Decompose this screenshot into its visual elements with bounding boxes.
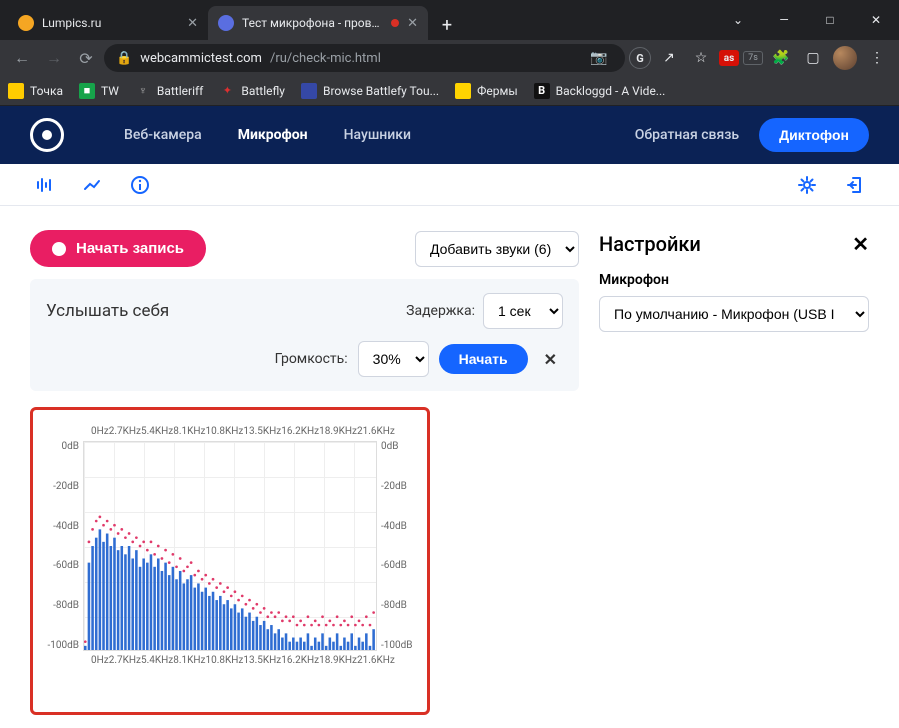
mic-select[interactable]: По умолчанию - Микрофон (USB I xyxy=(599,296,869,332)
exit-icon[interactable] xyxy=(841,171,869,199)
forward-button[interactable]: → xyxy=(40,44,68,72)
main-row: Начать запись Добавить звуки (6) Услышат… xyxy=(0,206,899,715)
tab-title: Lumpics.ru xyxy=(42,16,179,30)
address-bar: ← → ⟳ 🔒 webcammictest.com/ru/check-mic.h… xyxy=(0,40,899,76)
camera-icon[interactable]: 📷 xyxy=(585,44,613,72)
titlebar: Lumpics.ru ✕ Тест микрофона - проверка ✕… xyxy=(0,0,899,40)
bookmark-item[interactable]: Фермы xyxy=(455,83,518,99)
bookmark-item[interactable]: BBackloggd - A Vide... xyxy=(534,83,666,99)
y-ticks-right: 0dB-20dB-40dB-60dB-80dB-100dB xyxy=(377,441,417,651)
nav-feedback[interactable]: Обратная связь xyxy=(619,127,755,143)
tabs-row: Lumpics.ru ✕ Тест микрофона - проверка ✕… xyxy=(0,0,462,40)
star-icon[interactable]: ☆ xyxy=(687,44,715,72)
lastfm-icon[interactable]: as xyxy=(719,50,739,66)
close-button[interactable]: ✕ xyxy=(853,0,899,40)
close-icon[interactable]: ✕ xyxy=(187,16,198,31)
delay-select[interactable]: 1 сек xyxy=(483,293,563,329)
bookmark-item[interactable]: ■TW xyxy=(79,83,119,99)
add-sounds-select[interactable]: Добавить звуки (6) xyxy=(415,231,579,267)
close-icon[interactable]: ✕ xyxy=(538,350,563,369)
nav-headphones[interactable]: Наушники xyxy=(328,127,427,143)
controls-row: Начать запись Добавить звуки (6) xyxy=(30,206,579,279)
lock-icon: 🔒 xyxy=(116,51,132,66)
x-ticks-bottom: 0Hz2.7KHz5.4KHz8.1KHz10.8KHz13.5KHz16.2K… xyxy=(43,655,417,666)
bookmark-item[interactable]: ♆Battleriff xyxy=(135,83,203,99)
favicon-icon xyxy=(218,15,234,31)
line-icon[interactable] xyxy=(78,171,106,199)
volume-label: Громкость: xyxy=(275,351,348,367)
settings-panel: Настройки ✕ Микрофон По умолчанию - Микр… xyxy=(599,206,869,715)
info-icon[interactable] xyxy=(126,171,154,199)
menu-icon[interactable]: ⋮ xyxy=(863,44,891,72)
delay-label: Задержка: xyxy=(406,303,475,319)
url-path: /ru/check-mic.html xyxy=(270,51,381,66)
reload-button[interactable]: ⟳ xyxy=(72,44,100,72)
sub-toolbar xyxy=(0,164,899,206)
tab-lumpics[interactable]: Lumpics.ru ✕ xyxy=(8,6,208,40)
y-ticks-left: 0dB-20dB-40dB-60dB-80dB-100dB xyxy=(43,441,83,651)
nav-webcam[interactable]: Веб-камера xyxy=(108,127,218,143)
hear-title: Услышать себя xyxy=(46,301,169,321)
nav-microphone[interactable]: Микрофон xyxy=(222,127,324,143)
settings-title: Настройки xyxy=(599,232,701,256)
close-icon[interactable]: ✕ xyxy=(852,232,869,256)
extensions-icon[interactable]: 🧩 xyxy=(767,44,795,72)
left-column: Начать запись Добавить звуки (6) Услышат… xyxy=(30,206,579,715)
favicon-icon xyxy=(18,15,34,31)
volume-select[interactable]: 30% xyxy=(358,341,429,377)
url-box[interactable]: 🔒 webcammictest.com/ru/check-mic.html 📷 xyxy=(104,44,625,72)
tab-mictest[interactable]: Тест микрофона - проверка ✕ xyxy=(208,6,428,40)
recording-icon xyxy=(391,19,399,27)
back-button[interactable]: ← xyxy=(8,44,36,72)
record-button[interactable]: Начать запись xyxy=(30,230,206,267)
close-icon[interactable]: ✕ xyxy=(407,16,418,31)
chevron-down-icon[interactable]: ⌄ xyxy=(715,0,761,40)
record-icon xyxy=(52,242,66,256)
bookmark-item[interactable]: Browse Battlefy Tou... xyxy=(301,83,439,99)
hear-yourself-panel: Услышать себя Задержка: 1 сек Громкость:… xyxy=(30,279,579,391)
maximize-button[interactable]: □ xyxy=(807,0,853,40)
google-icon[interactable]: G xyxy=(629,47,651,69)
plot-area xyxy=(83,441,377,651)
minimize-button[interactable]: — xyxy=(761,0,807,40)
avatar[interactable] xyxy=(831,44,859,72)
dictaphone-button[interactable]: Диктофон xyxy=(759,118,869,152)
mic-label: Микрофон xyxy=(599,272,869,288)
bookmarks-bar: Точка ■TW ♆Battleriff ✦Battlefly Browse … xyxy=(0,76,899,106)
waveform-icon[interactable] xyxy=(30,171,58,199)
record-label: Начать запись xyxy=(76,240,184,257)
url-host: webcammictest.com xyxy=(140,51,262,66)
page: Веб-камера Микрофон Наушники Обратная св… xyxy=(0,106,899,715)
gear-icon[interactable] xyxy=(793,171,821,199)
bookmark-item[interactable]: ✦Battlefly xyxy=(219,83,285,99)
seven-icon[interactable]: 7s xyxy=(743,51,763,65)
site-header: Веб-камера Микрофон Наушники Обратная св… xyxy=(0,106,899,164)
start-button[interactable]: Начать xyxy=(439,344,528,374)
new-tab-button[interactable]: + xyxy=(432,10,462,40)
logo-icon[interactable] xyxy=(30,118,64,152)
share-icon[interactable]: ↗ xyxy=(655,44,683,72)
spectrum-chart: 0Hz2.7KHz5.4KHz8.1KHz10.8KHz13.5KHz16.2K… xyxy=(30,407,430,715)
x-ticks-top: 0Hz2.7KHz5.4KHz8.1KHz10.8KHz13.5KHz16.2K… xyxy=(43,426,417,437)
bookmark-item[interactable]: Точка xyxy=(8,83,63,99)
tab-title: Тест микрофона - проверка xyxy=(242,16,383,30)
panel-icon[interactable]: ▢ xyxy=(799,44,827,72)
